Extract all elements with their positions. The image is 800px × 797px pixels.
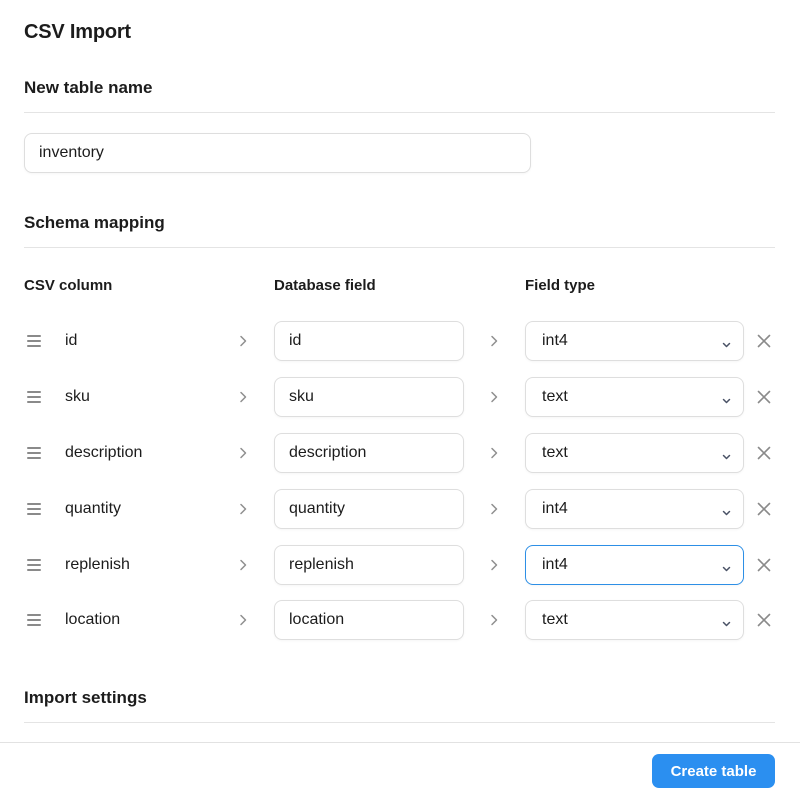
database-field-input[interactable]: location bbox=[274, 600, 464, 640]
schema-row: description description text bbox=[0, 433, 800, 473]
chevron-right-icon bbox=[236, 502, 250, 516]
field-type-value: text bbox=[542, 388, 568, 405]
drag-handle-icon[interactable] bbox=[27, 614, 41, 626]
chevron-right-icon bbox=[487, 558, 501, 572]
remove-row-close-icon[interactable] bbox=[756, 389, 772, 405]
table-name-input[interactable]: inventory bbox=[24, 133, 531, 173]
divider bbox=[24, 112, 775, 113]
chevron-right-icon bbox=[487, 613, 501, 627]
chevron-right-icon bbox=[236, 390, 250, 404]
schema-row: location location text bbox=[0, 600, 800, 640]
chevron-right-icon bbox=[487, 390, 501, 404]
remove-row-close-icon[interactable] bbox=[756, 501, 772, 517]
chevron-down-icon bbox=[721, 393, 732, 404]
csv-column-name: quantity bbox=[65, 500, 122, 517]
drag-handle-icon[interactable] bbox=[27, 335, 41, 347]
divider bbox=[24, 247, 775, 248]
remove-row-close-icon[interactable] bbox=[756, 612, 772, 628]
csv-column-name: location bbox=[65, 611, 121, 628]
field-type-select[interactable]: int4 bbox=[525, 489, 744, 529]
csv-column-name: description bbox=[65, 444, 143, 461]
chevron-right-icon bbox=[487, 502, 501, 516]
field-type-select[interactable]: text bbox=[525, 377, 744, 417]
database-field-input[interactable]: sku bbox=[274, 377, 464, 417]
chevron-down-icon bbox=[721, 505, 732, 516]
field-type-select[interactable]: text bbox=[525, 433, 744, 473]
chevron-right-icon bbox=[236, 334, 250, 348]
drag-handle-icon[interactable] bbox=[27, 447, 41, 459]
chevron-right-icon bbox=[487, 446, 501, 460]
chevron-right-icon bbox=[236, 613, 250, 627]
field-type-select[interactable]: int4 bbox=[525, 321, 744, 361]
drag-handle-icon[interactable] bbox=[27, 559, 41, 571]
footer-divider bbox=[0, 742, 800, 743]
csv-column-name: id bbox=[65, 332, 78, 349]
schema-row: sku sku text bbox=[0, 377, 800, 417]
chevron-down-icon bbox=[721, 337, 732, 348]
csv-column-name: sku bbox=[65, 388, 90, 405]
field-type-value: text bbox=[542, 611, 568, 628]
field-type-value: int4 bbox=[542, 332, 568, 349]
chevron-down-icon bbox=[721, 561, 732, 572]
drag-handle-icon[interactable] bbox=[27, 391, 41, 403]
divider bbox=[24, 722, 775, 723]
field-type-value: int4 bbox=[542, 500, 568, 517]
schema-row: replenish replenish int4 bbox=[0, 545, 800, 585]
field-type-value: int4 bbox=[542, 556, 568, 573]
column-header-field-type: Field type bbox=[525, 277, 596, 294]
chevron-right-icon bbox=[236, 446, 250, 460]
database-field-input[interactable]: id bbox=[274, 321, 464, 361]
csv-column-name: replenish bbox=[65, 556, 130, 573]
chevron-down-icon bbox=[721, 449, 732, 460]
field-type-value: text bbox=[542, 444, 568, 461]
section-heading-import-settings: Import settings bbox=[24, 688, 147, 707]
field-type-select[interactable]: int4 bbox=[525, 545, 744, 585]
chevron-right-icon bbox=[487, 334, 501, 348]
chevron-down-icon bbox=[721, 616, 732, 627]
remove-row-close-icon[interactable] bbox=[756, 333, 772, 349]
create-table-button[interactable]: Create table bbox=[652, 754, 775, 788]
database-field-input[interactable]: replenish bbox=[274, 545, 464, 585]
database-field-input[interactable]: quantity bbox=[274, 489, 464, 529]
field-type-select[interactable]: text bbox=[525, 600, 744, 640]
column-header-database-field: Database field bbox=[274, 277, 376, 294]
chevron-right-icon bbox=[236, 558, 250, 572]
schema-row: quantity quantity int4 bbox=[0, 489, 800, 529]
drag-handle-icon[interactable] bbox=[27, 503, 41, 515]
section-heading-schema-mapping: Schema mapping bbox=[24, 213, 165, 232]
schema-row: id id int4 bbox=[0, 321, 800, 361]
column-header-csv: CSV column bbox=[24, 277, 113, 294]
database-field-input[interactable]: description bbox=[274, 433, 464, 473]
remove-row-close-icon[interactable] bbox=[756, 445, 772, 461]
section-heading-table-name: New table name bbox=[24, 78, 153, 97]
page-title: CSV Import bbox=[24, 21, 131, 43]
remove-row-close-icon[interactable] bbox=[756, 557, 772, 573]
